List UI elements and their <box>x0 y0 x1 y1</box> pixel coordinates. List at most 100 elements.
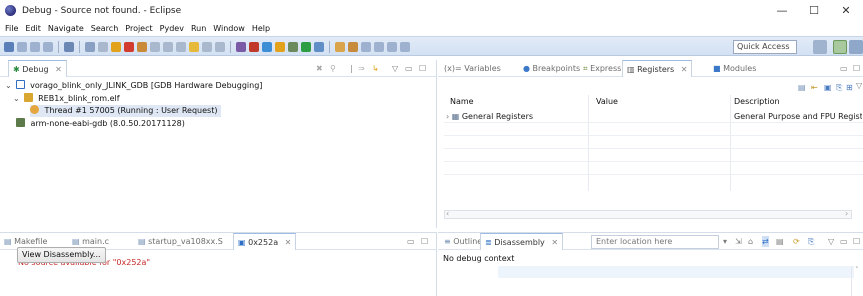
menu-file[interactable]: File <box>5 24 18 33</box>
open-folder-icon[interactable] <box>335 42 345 52</box>
view-disassembly-button[interactable]: View Disassembly... <box>17 247 106 263</box>
tree-gdb[interactable]: arm-none-eabi-gdb (8.0.50.20171128) <box>16 118 185 130</box>
location-input[interactable]: Enter location here <box>591 235 719 249</box>
minimize-button[interactable]: — <box>767 0 797 21</box>
new-icon[interactable] <box>4 42 14 52</box>
column-name[interactable]: Name <box>450 95 474 109</box>
minimize-view-icon[interactable]: ▭ <box>840 63 848 74</box>
pin-icon[interactable] <box>236 42 246 52</box>
location-dropdown-icon[interactable]: ▾ <box>723 236 727 247</box>
menu-project[interactable]: Project <box>125 24 152 33</box>
chevron-down-icon[interactable]: ⌄ <box>5 80 13 92</box>
prev-annotation-icon[interactable] <box>374 42 384 52</box>
back-icon[interactable] <box>387 42 397 52</box>
terminate-icon[interactable] <box>124 42 134 52</box>
debug-config-icon[interactable] <box>275 42 285 52</box>
go-icon[interactable]: ⇲ <box>735 236 742 247</box>
quick-access-field[interactable]: Quick Access <box>733 40 797 54</box>
save-icon[interactable] <box>17 42 27 52</box>
open-perspective-icon[interactable] <box>813 40 827 54</box>
tab-variables[interactable]: (x)= Variables <box>444 60 501 77</box>
collapse-all-icon[interactable]: ⇤ <box>811 82 818 93</box>
tree-thread[interactable]: Thread #1 57005 (Running : User Request) <box>30 105 222 117</box>
terminal-icon[interactable] <box>64 42 74 52</box>
menu-run[interactable]: Run <box>191 24 206 33</box>
close-button[interactable]: ✕ <box>831 0 861 21</box>
connect-icon[interactable]: ⚲ <box>330 63 336 74</box>
column-value[interactable]: Value <box>596 95 618 109</box>
vertical-scrollbar[interactable]: ˄ <box>851 266 863 296</box>
view-menu-icon[interactable]: ▽ <box>392 63 398 74</box>
step-over-icon[interactable] <box>163 42 173 52</box>
copy-icon[interactable]: ⎘ <box>836 82 842 93</box>
menu-help[interactable]: Help <box>252 24 270 33</box>
menu-search[interactable]: Search <box>91 24 118 33</box>
tab-outline[interactable]: ≡ Outline <box>444 233 482 250</box>
horizontal-scrollbar[interactable] <box>444 210 852 219</box>
tree-launch[interactable]: ⌄ vorago_blink_only_JLINK_GDB [GDB Hardw… <box>5 80 262 92</box>
forward-icon[interactable] <box>400 42 410 52</box>
suspend-icon[interactable] <box>111 42 121 52</box>
tab-close-icon[interactable]: ✕ <box>681 65 688 74</box>
maximize-view-icon[interactable]: ☐ <box>853 63 860 74</box>
menu-window[interactable]: Window <box>213 24 245 33</box>
scroll-left-icon[interactable]: ‹ <box>446 209 449 218</box>
show-source-icon[interactable]: ▤ <box>776 236 784 247</box>
tab-modules[interactable]: ■ Modules <box>713 60 756 77</box>
chevron-right-icon[interactable]: › <box>446 112 449 121</box>
use-step-filters-icon[interactable] <box>215 42 225 52</box>
disconnect-icon[interactable] <box>137 42 147 52</box>
instruction-stepping-icon[interactable] <box>189 42 199 52</box>
tab-breakpoints[interactable]: ● Breakpoints <box>523 60 580 77</box>
view-menu-icon[interactable]: ▽ <box>856 80 862 91</box>
select-all-icon[interactable]: ▣ <box>824 82 832 93</box>
print-icon[interactable] <box>43 42 53 52</box>
copy-icon[interactable]: ⎘ <box>808 236 814 247</box>
debug-launch-icon[interactable] <box>288 42 298 52</box>
instruction-step-icon[interactable]: ↳ <box>372 63 379 74</box>
save-all-icon[interactable] <box>30 42 40 52</box>
wand-icon[interactable] <box>348 42 358 52</box>
step-icon[interactable]: ⇒ <box>358 63 365 74</box>
maximize-button[interactable]: ☐ <box>799 0 829 21</box>
chevron-down-icon[interactable]: ⌄ <box>13 93 21 105</box>
tab-close-icon[interactable]: ✕ <box>285 238 292 247</box>
tab-disassembly[interactable]: ≣ Disassembly ✕ <box>480 233 564 250</box>
home-icon[interactable]: ⌂ <box>748 236 753 247</box>
layout-icon[interactable]: ▤ <box>798 82 806 93</box>
step-into-icon[interactable] <box>150 42 160 52</box>
remove-terminated-icon[interactable]: ✖ <box>316 63 323 74</box>
register-group-icon[interactable]: ⊞ <box>846 82 853 93</box>
resume-icon[interactable] <box>98 42 108 52</box>
drop-to-frame-icon[interactable] <box>202 42 212 52</box>
maximize-view-icon[interactable]: ☐ <box>419 63 426 74</box>
next-annotation-icon[interactable] <box>361 42 371 52</box>
menu-pydev[interactable]: Pydev <box>160 24 184 33</box>
tab-close-icon[interactable]: ✕ <box>55 65 62 74</box>
refresh-icon[interactable]: ⟳ <box>793 236 800 247</box>
tab-startup[interactable]: ▤ startup_va108xx.S <box>138 233 223 250</box>
external-tools-icon[interactable] <box>314 42 324 52</box>
skip-breakpoints-icon[interactable] <box>85 42 95 52</box>
cpp-perspective-icon[interactable] <box>849 40 863 54</box>
scroll-up-icon[interactable]: ˄ <box>855 266 859 274</box>
search-tool-icon[interactable] <box>262 42 272 52</box>
minimize-view-icon[interactable]: ▭ <box>407 236 415 247</box>
menu-edit[interactable]: Edit <box>25 24 41 33</box>
tab-debug[interactable]: ✱ Debug ✕ <box>8 60 67 77</box>
step-return-icon[interactable] <box>176 42 186 52</box>
tab-close-icon[interactable]: ✕ <box>551 238 558 247</box>
view-menu-icon[interactable]: ▽ <box>828 236 834 247</box>
link-with-context-icon[interactable]: ⇄ <box>762 236 769 247</box>
tab-registers[interactable]: ▥ Registers ✕ <box>622 60 693 77</box>
maximize-view-icon[interactable]: ☐ <box>421 236 428 247</box>
column-description[interactable]: Description <box>734 95 780 109</box>
tree-process[interactable]: ⌄ REB1x_blink_rom.elf <box>13 93 120 105</box>
menu-navigate[interactable]: Navigate <box>48 24 84 33</box>
run-icon[interactable] <box>301 42 311 52</box>
tab-0x252a[interactable]: ▣ 0x252a ✕ <box>233 233 297 250</box>
minimize-view-icon[interactable]: ▭ <box>840 236 848 247</box>
debug-perspective-icon[interactable] <box>833 40 847 54</box>
scroll-right-icon[interactable]: › <box>845 209 848 218</box>
maximize-view-icon[interactable]: ☐ <box>853 236 860 247</box>
